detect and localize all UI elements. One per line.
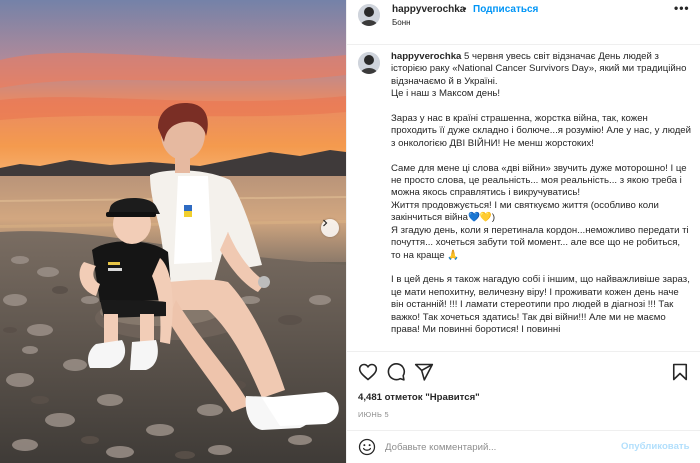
comment-input[interactable] [385, 439, 615, 455]
photo-illustration [0, 0, 346, 463]
share-icon[interactable] [414, 362, 434, 382]
follow-button[interactable]: Подписаться [473, 4, 538, 15]
caption-text: 5 червня увесь світ відзначає День людей… [391, 51, 691, 335]
heart-icon[interactable] [358, 362, 378, 382]
post-actions: 4,481 отметок "Нравится" ИЮНЬ 5 Опублико… [347, 351, 700, 463]
publish-button[interactable]: Опубликовать [621, 441, 690, 452]
post-username[interactable]: happyverochka [392, 4, 465, 15]
emoji-icon[interactable] [358, 438, 376, 456]
avatar-image [358, 4, 380, 26]
avatar[interactable] [358, 4, 380, 26]
post-header: happyverochka • Подписаться Бонн ••• [347, 0, 700, 45]
bookmark-icon[interactable] [670, 362, 690, 382]
avatar-image [358, 52, 380, 74]
comment-box: Опубликовать [347, 430, 700, 463]
likes-count[interactable]: 4,481 отметок "Нравится" [358, 392, 480, 403]
separator-dot: • [463, 4, 467, 15]
chevron-right-icon [323, 219, 328, 227]
more-options-button[interactable]: ••• [674, 1, 690, 15]
caption-section: happyverochka 5 червня увесь світ відзна… [347, 46, 700, 351]
post-photo[interactable] [0, 0, 346, 463]
post-location[interactable]: Бонн [392, 18, 411, 27]
post-date: ИЮНЬ 5 [358, 410, 389, 419]
post-caption: happyverochka 5 червня увесь світ відзна… [391, 51, 692, 336]
next-photo-button[interactable] [321, 219, 339, 237]
comment-icon[interactable] [386, 362, 406, 382]
post-side-panel: happyverochka • Подписаться Бонн ••• hap… [346, 0, 700, 463]
caption-avatar[interactable] [358, 52, 380, 74]
caption-username[interactable]: happyverochka [391, 51, 461, 62]
